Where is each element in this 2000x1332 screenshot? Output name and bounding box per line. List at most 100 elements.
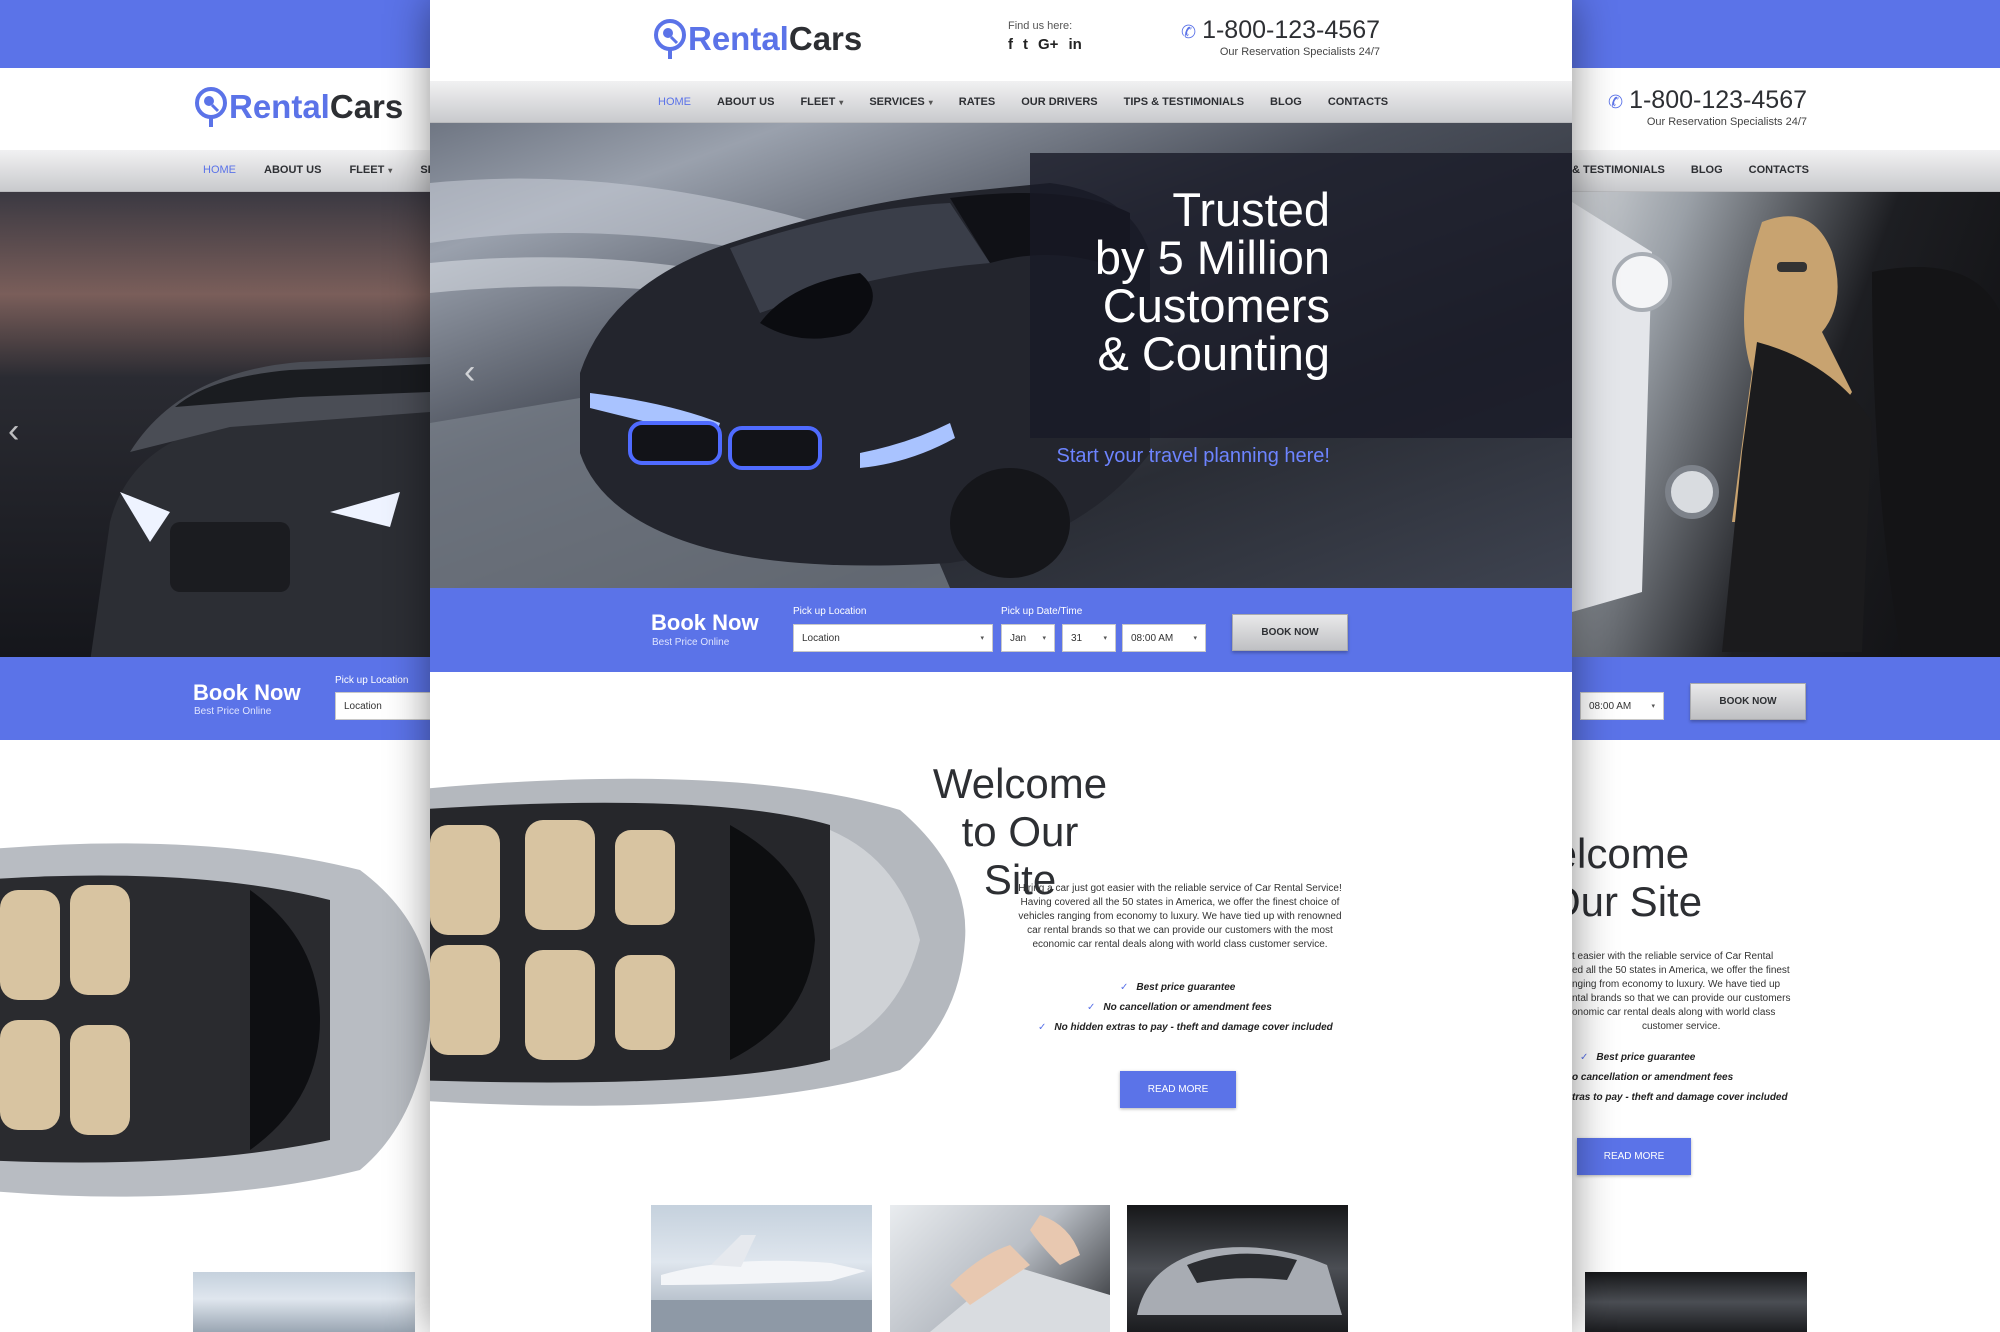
headline-line1: Trusted xyxy=(1172,183,1330,236)
pickup-time-select[interactable]: 08:00 AM ▾ xyxy=(1122,624,1206,652)
feature-item-right: ✓ Best price guarantee xyxy=(1580,1052,1695,1063)
hero-headline: Trusted by 5 Million Customers & Countin… xyxy=(850,186,1330,378)
thumbnail-car[interactable] xyxy=(1127,1205,1348,1332)
hero-slider-main: Trusted by 5 Million Customers & Countin… xyxy=(430,123,1572,588)
pickup-datetime-label: Pick up Date/Time xyxy=(1001,606,1083,617)
nav-rates[interactable]: RATES xyxy=(959,96,995,108)
hero-slider-right xyxy=(1572,192,2000,657)
welcome-heading-right: /elcome Our Site xyxy=(1572,830,1802,926)
thumbnail-jet[interactable] xyxy=(193,1272,415,1332)
welcome-line2-right: Our Site xyxy=(1572,878,1703,925)
feature-text: No cancellation or amendment fees xyxy=(1103,1002,1272,1013)
body-line: onomic car rental deals along with world… xyxy=(1572,1007,1776,1018)
body-line: nging from economy to luxury. We have ti… xyxy=(1572,979,1781,990)
hero-slider: ‹ xyxy=(0,192,430,657)
social-links: Find us here: f t G+ in xyxy=(1008,20,1082,53)
nav-about-us[interactable]: ABOUT US xyxy=(264,164,321,176)
car-top-view-image xyxy=(0,843,430,1197)
pickup-time-value-right: 08:00 AM xyxy=(1589,700,1632,712)
book-now-title: Book Now xyxy=(193,680,301,705)
check-icon: ✓ xyxy=(1087,1002,1096,1013)
feature-text: No hidden extras to pay - theft and dama… xyxy=(1054,1022,1333,1033)
chevron-down-icon: ▾ xyxy=(1193,635,1197,642)
chevron-down-icon: ▾ xyxy=(839,97,844,107)
pickup-time-select-right[interactable]: 08:00 AM ▾ xyxy=(1580,692,1664,720)
book-now-subtitle: Best Price Online xyxy=(652,637,730,648)
thumbnail-laptop[interactable] xyxy=(890,1205,1110,1332)
nav-home[interactable]: HOME xyxy=(658,96,691,108)
nav-blog[interactable]: BLOG xyxy=(1691,164,1723,176)
phone-subtitle: Our Reservation Specialists 24/7 xyxy=(1219,46,1380,58)
site-logo-main[interactable]: Rental Cars xyxy=(652,18,862,60)
chevron-down-icon: ▾ xyxy=(980,635,984,642)
nav-services[interactable]: SERVICES ▾ xyxy=(869,96,932,108)
nav-blog[interactable]: BLOG xyxy=(1270,96,1302,108)
body-line: ntal brands so that we can provide our c… xyxy=(1572,993,1791,1004)
key-pin-icon xyxy=(193,86,229,128)
check-icon: ✓ xyxy=(1120,982,1129,993)
nav-fleet[interactable]: FLEET ▾ xyxy=(349,164,392,176)
book-now-title: Book Now xyxy=(651,610,759,635)
nav-about-us[interactable]: ABOUT US xyxy=(717,96,774,108)
linkedin-icon[interactable]: in xyxy=(1068,36,1081,53)
pickup-month-select[interactable]: Jan ▾ xyxy=(1001,624,1055,652)
pickup-day-select[interactable]: 31 ▾ xyxy=(1062,624,1116,652)
chevron-down-icon: ▾ xyxy=(928,97,933,107)
google-plus-icon[interactable]: G+ xyxy=(1038,36,1058,53)
hero-car-image xyxy=(90,357,430,657)
nav-contacts[interactable]: CONTACTS xyxy=(1749,164,1809,176)
nav-contacts[interactable]: CONTACTS xyxy=(1328,96,1388,108)
nav-our-drivers[interactable]: OUR DRIVERS xyxy=(1021,96,1097,108)
main-nav-main: HOME ABOUT US FLEET ▾ SERVICES ▾ RATES OUR… xyxy=(658,96,1388,108)
nav-services[interactable]: SERVI xyxy=(420,164,430,176)
site-logo[interactable]: Rental Cars xyxy=(193,86,403,128)
book-now-button-right[interactable]: BOOK NOW xyxy=(1690,683,1806,720)
pickup-location-select[interactable]: Location ▾ xyxy=(793,624,993,652)
nav-tips-testimonials[interactable]: & TESTIMONIALS xyxy=(1572,164,1665,176)
phone-block-right: ✆ 1-800-123-4567 Our Reservation Speciali… xyxy=(1572,86,1807,128)
read-more-button-right[interactable]: READ MORE xyxy=(1577,1138,1691,1175)
pickup-location-select[interactable]: Location xyxy=(335,692,430,720)
read-more-button[interactable]: READ MORE xyxy=(1120,1071,1236,1108)
thumbnail-jet[interactable] xyxy=(651,1205,872,1332)
nav-tips-testimonials[interactable]: TIPS & TESTIMONIALS xyxy=(1124,96,1244,108)
twitter-icon[interactable]: t xyxy=(1023,36,1028,53)
feature-item: ✓ Best price guarantee xyxy=(1120,982,1235,993)
slider-prev-arrow[interactable]: ‹ xyxy=(464,353,475,392)
logo-word-cars: Cars xyxy=(788,20,863,57)
right-preview-panel: ✆ 1-800-123-4567 Our Reservation Speciali… xyxy=(1572,0,2000,1332)
car-image xyxy=(1137,1247,1342,1315)
check-icon: ✓ xyxy=(1038,1022,1047,1033)
book-now-button[interactable]: BOOK NOW xyxy=(1232,614,1348,651)
feature-item: ✓ No hidden extras to pay - theft and dam… xyxy=(1038,1022,1333,1033)
main-nav: HOME ABOUT US FLEET▾ SERVI xyxy=(203,164,430,176)
nav-home[interactable]: HOME xyxy=(203,164,236,176)
nav-services-label: SERVICES xyxy=(869,96,925,108)
welcome-line1-right: /elcome xyxy=(1572,830,1690,877)
feature-text: tras to pay - theft and damage cover inc… xyxy=(1572,1092,1788,1103)
phone-number-right[interactable]: ✆ 1-800-123-4567 xyxy=(1572,86,1807,115)
main-preview-panel: Rental Cars Find us here: f t G+ in ✆ 1-80… xyxy=(430,0,1572,1332)
nav-fleet[interactable]: FLEET ▾ xyxy=(800,96,843,108)
thumbnail-car-right[interactable] xyxy=(1585,1272,1807,1332)
headline-line4: & Counting xyxy=(1097,327,1330,380)
phone-icon: ✆ xyxy=(1180,22,1197,42)
pickup-location-label: Pick up Location xyxy=(335,675,409,686)
slider-prev-arrow[interactable]: ‹ xyxy=(8,412,19,451)
phone-subtitle-right: Our Reservation Specialists 24/7 xyxy=(1646,116,1807,128)
body-line: customer service. xyxy=(1642,1021,1721,1032)
top-accent-bar-right xyxy=(1572,0,2000,68)
phone-icon: ✆ xyxy=(1607,92,1624,112)
laptop-image xyxy=(930,1215,1110,1332)
hero-tagline[interactable]: Start your travel planning here! xyxy=(930,445,1331,468)
phone-number[interactable]: ✆ 1-800-123-4567 xyxy=(1130,16,1380,45)
feature-text: o cancellation or amendment fees xyxy=(1572,1072,1734,1083)
car-top-view-image-main xyxy=(430,778,966,1106)
key-pin-icon xyxy=(652,18,688,60)
phone-block: ✆ 1-800-123-4567 Our Reservation Speciali… xyxy=(1130,16,1380,58)
facebook-icon[interactable]: f xyxy=(1008,36,1013,53)
feature-text: Best price guarantee xyxy=(1596,1052,1696,1063)
nav-fleet-label: FLEET xyxy=(349,164,385,176)
template-preview-collage: RentalCars HOME ABOUT US FLEET▾ SERVI ‹ … xyxy=(0,0,2000,1332)
pickup-time-value: 08:00 AM xyxy=(1131,632,1174,644)
